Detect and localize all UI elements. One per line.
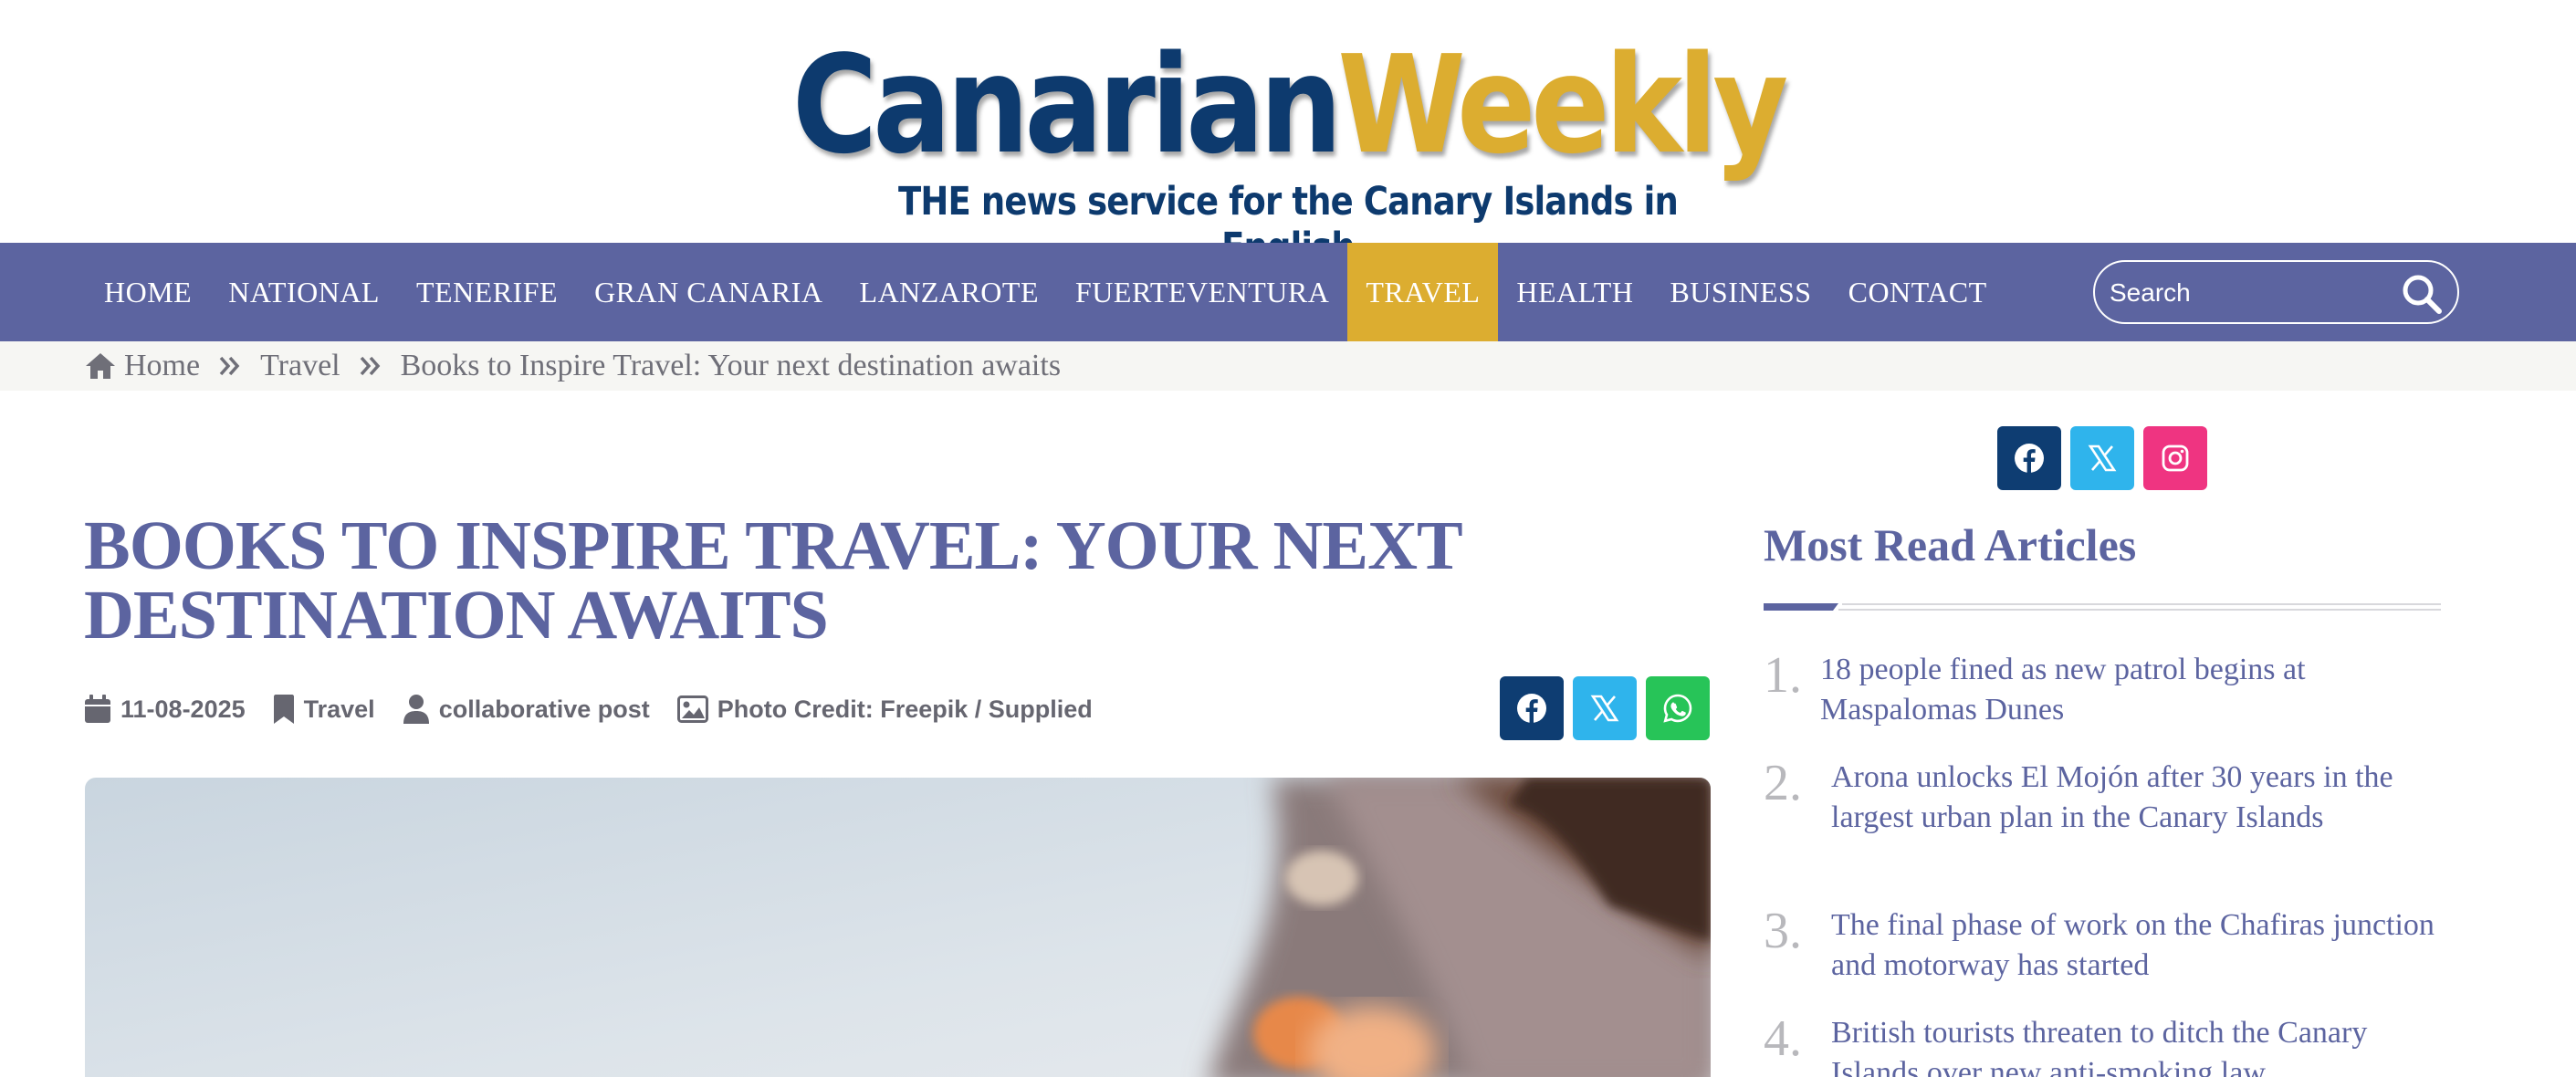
article-category-text[interactable]: Travel <box>304 695 375 724</box>
nav-item-lanzarote[interactable]: LANZAROTE <box>842 243 1057 341</box>
article-author-text[interactable]: collaborative post <box>439 695 650 724</box>
most-read-item[interactable]: 4. British tourists threaten to ditch th… <box>1764 1013 2457 1077</box>
most-read-link[interactable]: British tourists threaten to ditch the C… <box>1831 1013 2457 1077</box>
main-navigation: HOME NATIONAL TENERIFE GRAN CANARIA LANZ… <box>0 243 2576 341</box>
most-read-number: 3. <box>1764 903 1802 959</box>
share-facebook-button[interactable] <box>1500 676 1564 740</box>
article-date-text: 11-08-2025 <box>120 695 246 723</box>
article-date: 11-08-2025 <box>84 695 246 724</box>
article-hero-image <box>85 778 1711 1077</box>
nav-item-home[interactable]: HOME <box>86 243 210 341</box>
facebook-icon <box>2015 444 2044 474</box>
most-read-item[interactable]: 2. Arona unlocks El Mojón after 30 years… <box>1764 758 2457 838</box>
heading-divider <box>1764 601 2441 612</box>
photo-credit: Photo Credit: Freepik / Supplied <box>676 695 1093 724</box>
search-input[interactable] <box>2110 273 2383 313</box>
share-whatsapp-button[interactable] <box>1646 676 1710 740</box>
article-category[interactable]: Travel <box>273 695 375 724</box>
nav-item-contact[interactable]: CONTACT <box>1830 243 2005 341</box>
nav-menu: HOME NATIONAL TENERIFE GRAN CANARIA LANZ… <box>86 243 2005 341</box>
share-x-button[interactable] <box>1573 676 1637 740</box>
search-icon[interactable] <box>2399 271 2445 317</box>
image-icon <box>676 695 708 723</box>
nav-item-tenerife[interactable]: TENERIFE <box>398 243 576 341</box>
nav-item-health[interactable]: HEALTH <box>1498 243 1651 341</box>
most-read-heading: Most Read Articles <box>1764 519 2137 570</box>
article-meta: 11-08-2025 Travel collaborative post Pho… <box>84 691 1120 727</box>
site-logo[interactable]: Canarian Weekly THE news service for the … <box>0 0 2576 270</box>
breadcrumb: Home Travel Books to Inspire Travel: You… <box>0 341 2576 391</box>
x-follow-button[interactable] <box>2070 426 2134 490</box>
search-box <box>2093 260 2459 324</box>
photo-credit-text: Photo Credit: Freepik / Supplied <box>717 695 1093 723</box>
whatsapp-icon <box>1663 694 1692 723</box>
most-read-item[interactable]: 3. The final phase of work on the Chafir… <box>1764 905 2457 986</box>
logo-word-canarian: Canarian <box>791 26 1343 183</box>
calendar-icon <box>85 695 110 723</box>
social-follow-links <box>1997 426 2207 490</box>
share-buttons <box>1500 676 1710 740</box>
logo-wordmark[interactable]: Canarian Weekly <box>792 27 1788 183</box>
x-icon <box>2088 444 2117 472</box>
breadcrumb-home[interactable]: Home <box>124 349 200 383</box>
user-icon <box>403 695 429 724</box>
nav-item-gran-canaria[interactable]: GRAN CANARIA <box>576 243 841 341</box>
nav-item-business[interactable]: BUSINESS <box>1651 243 1829 341</box>
most-read-link[interactable]: 18 people fined as new patrol begins at … <box>1820 650 2450 730</box>
breadcrumb-travel[interactable]: Travel <box>260 349 340 383</box>
most-read-link[interactable]: Arona unlocks El Mojón after 30 years in… <box>1831 758 2457 838</box>
most-read-link[interactable]: The final phase of work on the Chafiras … <box>1831 905 2457 986</box>
nav-item-fuerteventura[interactable]: FUERTEVENTURA <box>1057 243 1347 341</box>
instagram-icon <box>2162 444 2189 472</box>
breadcrumb-current: Books to Inspire Travel: Your next desti… <box>400 349 1062 382</box>
facebook-icon <box>1517 694 1546 724</box>
most-read-number: 2. <box>1764 755 1802 811</box>
nav-item-travel[interactable]: TRAVEL <box>1347 243 1499 341</box>
instagram-follow-button[interactable] <box>2143 426 2207 490</box>
chevron-right-icon <box>359 354 382 378</box>
bookmark-icon <box>273 695 294 724</box>
most-read-item[interactable]: 1. 18 people fined as new patrol begins … <box>1764 650 2457 730</box>
most-read-number: 4. <box>1764 1010 1802 1067</box>
article-author[interactable]: collaborative post <box>403 695 650 724</box>
home-icon <box>84 351 117 381</box>
article-title: Books to Inspire Travel: Your next desti… <box>84 507 1461 654</box>
x-icon <box>1590 695 1619 722</box>
most-read-number: 1. <box>1764 647 1802 704</box>
chevron-right-icon <box>218 354 242 378</box>
facebook-follow-button[interactable] <box>1997 426 2061 490</box>
logo-word-weekly: Weekly <box>1337 26 1788 183</box>
nav-item-national[interactable]: NATIONAL <box>210 243 398 341</box>
